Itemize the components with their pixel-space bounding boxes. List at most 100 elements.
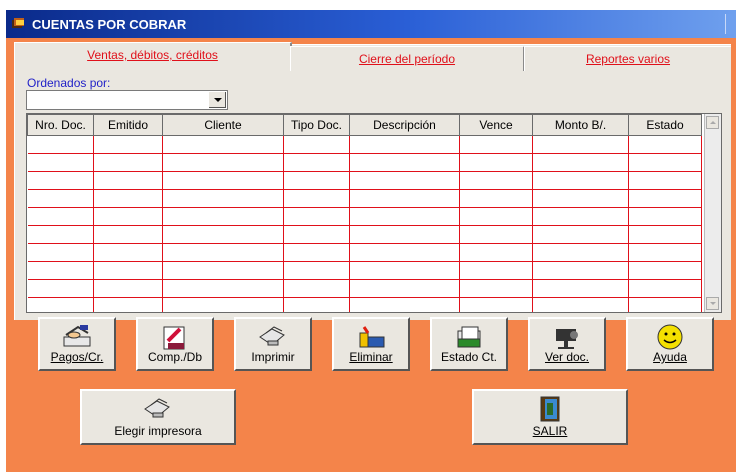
table-cell[interactable]: [459, 225, 533, 244]
close-button[interactable]: [725, 14, 736, 34]
table-cell[interactable]: [628, 261, 702, 280]
table-cell[interactable]: [628, 171, 702, 190]
col-emitido[interactable]: Emitido: [93, 114, 163, 136]
table-cell[interactable]: [628, 243, 702, 262]
table-cell[interactable]: [532, 153, 629, 172]
table-cell[interactable]: [93, 261, 163, 280]
col-descripcion[interactable]: Descripción: [349, 114, 460, 136]
chevron-down-icon[interactable]: [209, 92, 226, 108]
table-cell[interactable]: [283, 297, 350, 312]
table-cell[interactable]: [459, 171, 533, 190]
scroll-up-icon[interactable]: [706, 116, 719, 129]
table-cell[interactable]: [283, 189, 350, 208]
table-cell[interactable]: [349, 135, 460, 154]
eliminar-button[interactable]: Eliminar: [332, 317, 410, 371]
table-cell[interactable]: [162, 297, 284, 312]
table-cell[interactable]: [459, 135, 533, 154]
pagos-button[interactable]: Pagos/Cr.: [38, 317, 116, 371]
table-cell[interactable]: [27, 243, 94, 262]
scroll-down-icon[interactable]: [706, 297, 719, 310]
tab-ventas[interactable]: Ventas, débitos, créditos: [14, 42, 292, 71]
table-cell[interactable]: [93, 279, 163, 298]
table-cell[interactable]: [162, 279, 284, 298]
table-cell[interactable]: [162, 261, 284, 280]
table-cell[interactable]: [628, 279, 702, 298]
table-row[interactable]: [27, 243, 702, 262]
sort-dropdown[interactable]: [26, 90, 228, 110]
table-cell[interactable]: [628, 189, 702, 208]
table-cell[interactable]: [349, 225, 460, 244]
vertical-scrollbar[interactable]: [704, 114, 721, 312]
table-cell[interactable]: [532, 171, 629, 190]
estado-button[interactable]: Estado Ct.: [430, 317, 508, 371]
table-cell[interactable]: [459, 279, 533, 298]
table-cell[interactable]: [349, 189, 460, 208]
table-cell[interactable]: [459, 207, 533, 226]
table-cell[interactable]: [283, 153, 350, 172]
table-cell[interactable]: [283, 261, 350, 280]
table-cell[interactable]: [459, 189, 533, 208]
table-cell[interactable]: [349, 243, 460, 262]
table-cell[interactable]: [27, 171, 94, 190]
tab-cierre[interactable]: Cierre del período: [290, 46, 525, 71]
col-nro-doc[interactable]: Nro. Doc.: [27, 114, 94, 136]
table-cell[interactable]: [93, 135, 163, 154]
table-cell[interactable]: [349, 279, 460, 298]
table-cell[interactable]: [27, 207, 94, 226]
table-cell[interactable]: [459, 243, 533, 262]
table-cell[interactable]: [283, 243, 350, 262]
table-cell[interactable]: [532, 297, 629, 312]
salir-button[interactable]: SALIR: [472, 389, 628, 445]
table-cell[interactable]: [349, 153, 460, 172]
table-cell[interactable]: [93, 225, 163, 244]
comp-button[interactable]: Comp./Db: [136, 317, 214, 371]
table-row[interactable]: [27, 207, 702, 226]
table-cell[interactable]: [162, 189, 284, 208]
table-cell[interactable]: [628, 153, 702, 172]
table-row[interactable]: [27, 225, 702, 244]
table-cell[interactable]: [532, 189, 629, 208]
col-vence[interactable]: Vence: [459, 114, 533, 136]
elegir-impresora-button[interactable]: Elegir impresora: [80, 389, 236, 445]
table-cell[interactable]: [27, 135, 94, 154]
table-cell[interactable]: [27, 225, 94, 244]
table-cell[interactable]: [93, 171, 163, 190]
table-cell[interactable]: [283, 171, 350, 190]
tab-reportes[interactable]: Reportes varios: [524, 46, 731, 71]
table-cell[interactable]: [283, 135, 350, 154]
table-cell[interactable]: [27, 261, 94, 280]
ayuda-button[interactable]: Ayuda: [626, 317, 714, 371]
table-row[interactable]: [27, 297, 702, 312]
table-row[interactable]: [27, 171, 702, 190]
table-cell[interactable]: [459, 153, 533, 172]
table-row[interactable]: [27, 135, 702, 154]
table-cell[interactable]: [93, 189, 163, 208]
table-cell[interactable]: [628, 297, 702, 312]
table-cell[interactable]: [532, 279, 629, 298]
table-cell[interactable]: [162, 243, 284, 262]
table-cell[interactable]: [162, 135, 284, 154]
table-cell[interactable]: [27, 189, 94, 208]
table-row[interactable]: [27, 189, 702, 208]
table-cell[interactable]: [27, 153, 94, 172]
table-cell[interactable]: [93, 297, 163, 312]
table-cell[interactable]: [283, 279, 350, 298]
table-cell[interactable]: [283, 207, 350, 226]
table-cell[interactable]: [349, 261, 460, 280]
table-cell[interactable]: [93, 207, 163, 226]
table-cell[interactable]: [532, 207, 629, 226]
verdoc-button[interactable]: Ver doc.: [528, 317, 606, 371]
table-cell[interactable]: [459, 261, 533, 280]
table-cell[interactable]: [93, 153, 163, 172]
table-cell[interactable]: [283, 225, 350, 244]
table-cell[interactable]: [93, 243, 163, 262]
table-cell[interactable]: [628, 135, 702, 154]
col-estado[interactable]: Estado: [628, 114, 702, 136]
table-cell[interactable]: [162, 225, 284, 244]
col-cliente[interactable]: Cliente: [162, 114, 284, 136]
table-cell[interactable]: [349, 207, 460, 226]
table-cell[interactable]: [162, 207, 284, 226]
col-tipo-doc[interactable]: Tipo Doc.: [283, 114, 350, 136]
table-row[interactable]: [27, 261, 702, 280]
table-row[interactable]: [27, 279, 702, 298]
